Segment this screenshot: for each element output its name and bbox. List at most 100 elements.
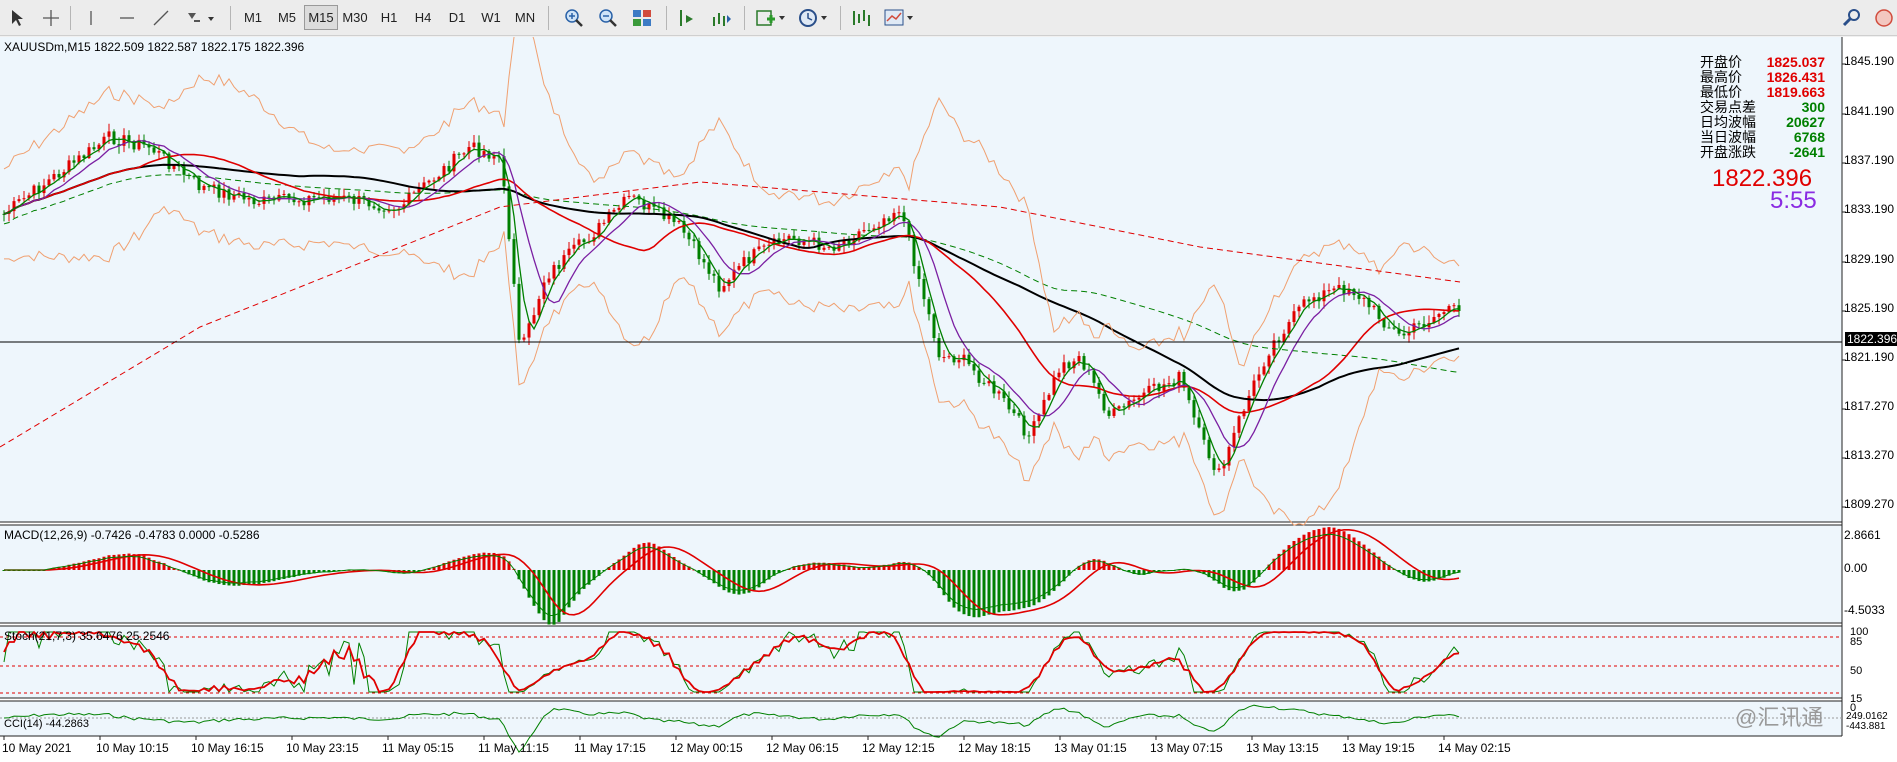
price-tick: 1845.190 <box>1844 54 1895 68</box>
candle <box>1212 458 1216 470</box>
zoom-out-icon[interactable] <box>594 5 622 30</box>
candle <box>257 203 261 205</box>
time-tick: 10 May 2021 <box>2 741 72 755</box>
tf-M5[interactable]: M5 <box>270 5 304 30</box>
candle <box>947 356 951 358</box>
tf-M15[interactable]: M15 <box>304 5 338 30</box>
time-tick: 12 May 00:15 <box>670 741 743 755</box>
macd-bar <box>1312 530 1316 570</box>
chart-properties-icon[interactable] <box>880 5 918 30</box>
candle <box>1247 395 1251 411</box>
candle <box>897 212 901 214</box>
candle <box>887 218 891 222</box>
main-pane <box>0 37 1842 522</box>
candle <box>522 337 526 340</box>
candle <box>997 391 1001 394</box>
notification-icon[interactable] <box>1872 5 1896 30</box>
candle <box>867 229 871 231</box>
candle <box>937 338 941 358</box>
tf-W1[interactable]: W1 <box>474 5 508 30</box>
candle <box>927 299 931 315</box>
candle <box>192 175 196 178</box>
periods-menu-icon[interactable] <box>794 5 832 30</box>
shapes-menu-icon[interactable] <box>182 5 220 30</box>
tf-H1[interactable]: H1 <box>372 5 406 30</box>
candle <box>1207 439 1211 459</box>
candle <box>1437 313 1441 317</box>
candle <box>547 278 551 283</box>
candle <box>462 153 466 155</box>
stoch-axis-tick: 50 <box>1850 665 1863 677</box>
candle <box>357 195 361 204</box>
indicators-menu-icon[interactable] <box>752 5 790 30</box>
candle <box>427 180 431 183</box>
crosshair-tool-icon[interactable] <box>38 5 64 30</box>
time-tick: 11 May 05:15 <box>382 741 454 755</box>
candle <box>472 142 476 148</box>
candle <box>1057 372 1061 378</box>
trendline-tool-icon[interactable] <box>148 5 174 30</box>
candle <box>1197 417 1201 428</box>
candle <box>722 286 726 292</box>
time-tick: 12 May 06:15 <box>766 741 839 755</box>
candle <box>972 364 976 371</box>
candle <box>1162 384 1166 391</box>
vertical-line-tool-icon[interactable] <box>78 5 104 30</box>
chart-shift-icon[interactable] <box>674 5 702 30</box>
current-price-tag: 1822.396 <box>1845 332 1897 346</box>
candle <box>1332 288 1336 291</box>
macd-header: MACD(12,26,9) -0.7426 -0.4783 0.0000 -0.… <box>4 528 260 542</box>
candle <box>1102 393 1106 411</box>
candle <box>1012 409 1016 414</box>
candle <box>152 147 156 153</box>
candle <box>957 360 961 363</box>
price-tick: 1837.190 <box>1844 153 1895 167</box>
candle <box>1202 427 1206 440</box>
macd-bar <box>1322 527 1326 570</box>
candle <box>1067 362 1071 369</box>
cursor-tool-icon[interactable] <box>4 5 30 30</box>
candle <box>22 198 26 200</box>
chart-window[interactable]: XAUUSDm,M15 1822.509 1822.587 1822.175 1… <box>0 37 1897 762</box>
candle <box>1167 383 1171 385</box>
macd-bar <box>972 570 976 618</box>
candle <box>377 208 381 211</box>
candle <box>227 189 231 200</box>
macd-bar <box>967 570 971 617</box>
candle <box>792 235 796 239</box>
toolbar: M1 M5 M15 M30 H1 H4 D1 W1 MN <box>0 0 1897 36</box>
horizontal-line-tool-icon[interactable] <box>114 5 140 30</box>
candle <box>1177 371 1181 386</box>
macd-bar <box>1017 570 1021 610</box>
search-icon[interactable] <box>1838 5 1866 30</box>
tf-M30[interactable]: M30 <box>338 5 372 30</box>
candle <box>1272 340 1276 356</box>
price-tick: 1841.190 <box>1844 104 1895 118</box>
price-chart[interactable] <box>0 37 1897 762</box>
candle <box>1107 410 1111 416</box>
autoscroll-icon[interactable] <box>708 5 736 30</box>
candle <box>1047 394 1051 400</box>
tf-H4[interactable]: H4 <box>406 5 440 30</box>
tile-windows-icon[interactable] <box>628 5 656 30</box>
candle <box>1302 299 1306 307</box>
candle <box>127 135 131 141</box>
tf-MN[interactable]: MN <box>508 5 542 30</box>
candle <box>1232 432 1236 447</box>
candle <box>247 197 251 200</box>
candle <box>632 195 636 197</box>
candle <box>1362 297 1366 299</box>
candle <box>862 229 866 232</box>
candle <box>1032 421 1036 436</box>
cci-header: CCI(14) -44.2863 <box>4 718 89 730</box>
zoom-in-icon[interactable] <box>560 5 588 30</box>
candle <box>82 155 86 158</box>
candle <box>612 209 616 212</box>
tf-M1[interactable]: M1 <box>236 5 270 30</box>
templates-icon[interactable] <box>848 5 876 30</box>
candle <box>977 370 981 383</box>
candle <box>1267 355 1271 367</box>
tf-D1[interactable]: D1 <box>440 5 474 30</box>
candle <box>692 239 696 242</box>
price-tick: 1829.190 <box>1844 252 1895 266</box>
